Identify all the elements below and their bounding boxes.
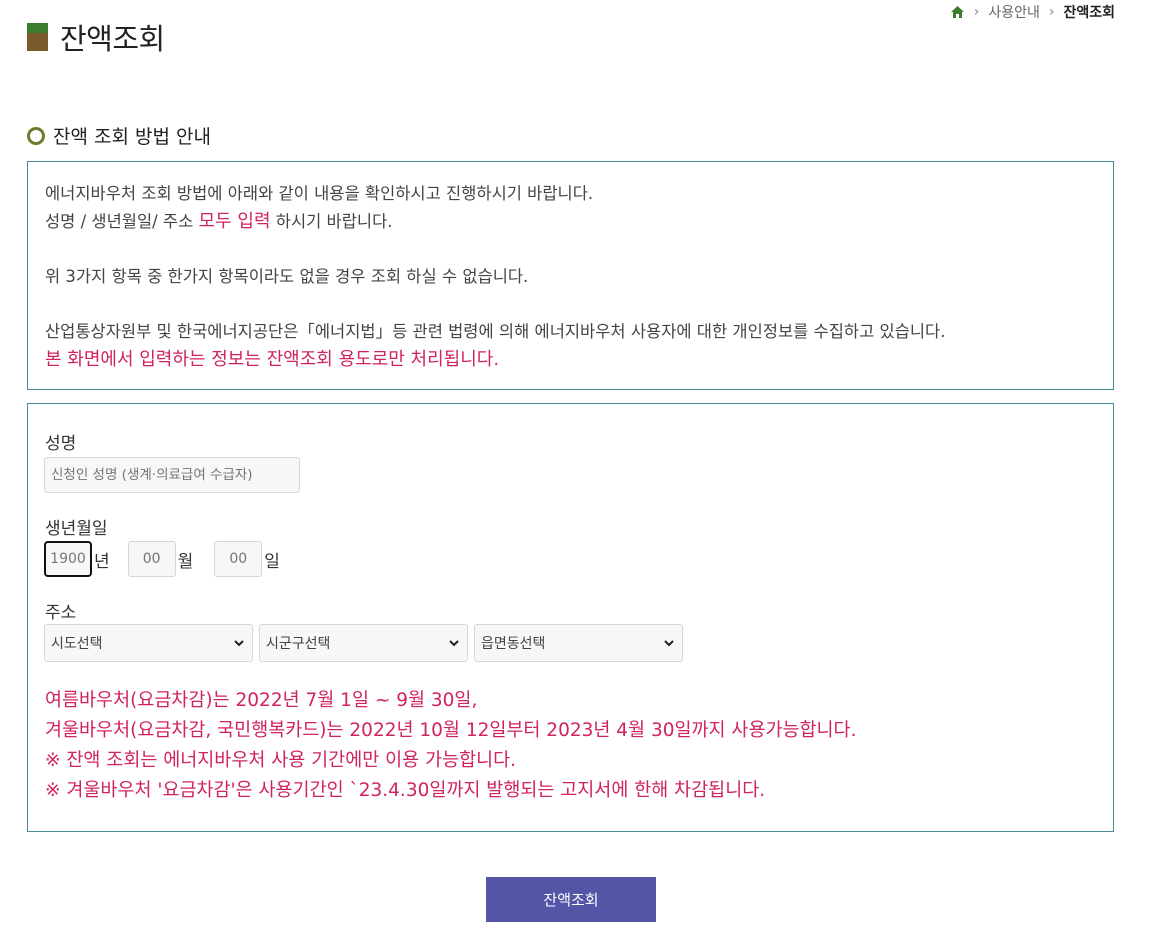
info-line-2-prefix: 성명 / 생년월일/ 주소	[45, 212, 199, 231]
birth-label: 생년월일	[45, 519, 108, 539]
chevron-right-icon: ›	[1048, 4, 1055, 20]
page-title: 잔액조회	[60, 22, 165, 56]
info-line-2: 성명 / 생년월일/ 주소 모두 입력 하시기 바랍니다.	[45, 208, 1096, 236]
info-line-3: 위 3가지 항목 중 한가지 항목이라도 없을 경우 조회 하실 수 없습니다.	[45, 267, 529, 286]
birth-day-input[interactable]	[214, 541, 263, 577]
info-box: 에너지바우처 조회 방법에 아래와 같이 내용을 확인하시고 진행하시기 바랍니…	[27, 161, 1114, 390]
birth-year-input[interactable]	[44, 541, 92, 577]
month-unit: 월	[177, 551, 194, 572]
ring-bullet-icon	[27, 126, 45, 145]
eup-select[interactable]: 읍면동선택	[474, 624, 683, 662]
address-label: 주소	[45, 603, 77, 623]
info-line-4: 산업통상자원부 및 한국에너지공단은「에너지법」등 관련 법령에 의해 에너지바…	[45, 322, 946, 341]
info-line-1: 에너지바우처 조회 방법에 아래와 같이 내용을 확인하시고 진행하시기 바랍니…	[45, 184, 594, 203]
name-input[interactable]	[44, 457, 300, 493]
year-unit: 년	[94, 551, 110, 572]
birth-month-input[interactable]	[127, 541, 176, 577]
sigungu-select[interactable]: 시군구선택	[259, 624, 468, 662]
breadcrumb-item-guide[interactable]: 사용안내	[988, 2, 1040, 22]
home-icon[interactable]	[950, 5, 965, 19]
info-line-2-suffix: 하시기 바랍니다.	[270, 212, 393, 231]
info-line-2-emphasis: 모두 입력	[198, 211, 271, 232]
chevron-down-icon	[234, 640, 244, 647]
breadcrumb-item-current: 잔액조회	[1063, 5, 1115, 21]
chevron-down-icon	[449, 640, 459, 647]
sido-select[interactable]: 시도선택	[44, 624, 253, 662]
section-title: 잔액 조회 방법 안내	[53, 126, 211, 148]
notice-line-3: ※ 잔액 조회는 에너지바우처 사용 기간에만 이용 가능합니다.	[45, 750, 517, 771]
info-line-5: 본 화면에서 입력하는 정보는 잔액조회 용도로만 처리됩니다.	[45, 349, 500, 370]
usage-notice: 여름바우처(요금차감)는 2022년 7월 1일 ~ 9월 30일, 겨울바우처…	[45, 686, 856, 806]
title-marker-icon	[27, 23, 48, 51]
eup-select-value: 읍면동선택	[481, 636, 546, 652]
section-heading: 잔액 조회 방법 안내	[27, 122, 211, 149]
balance-lookup-button[interactable]: 잔액조회	[486, 877, 656, 922]
chevron-down-icon	[664, 640, 674, 647]
birthdate-row: 년 월 일	[44, 541, 280, 577]
name-label: 성명	[45, 434, 77, 454]
day-unit: 일	[264, 551, 280, 572]
breadcrumb: › 사용안내 › 잔액조회	[950, 2, 1115, 22]
lookup-form: 성명 생년월일 년 월 일 주소 시도선택 시군구선택 읍면동선택 여름바우처(…	[27, 403, 1114, 832]
page-header: 잔액조회	[27, 16, 165, 58]
notice-line-1: 여름바우처(요금차감)는 2022년 7월 1일 ~ 9월 30일,	[45, 690, 478, 711]
chevron-right-icon: ›	[973, 4, 980, 20]
sido-select-value: 시도선택	[51, 636, 103, 652]
sigungu-select-value: 시군구선택	[266, 636, 331, 652]
notice-line-4: ※ 겨울바우처 '요금차감'은 사용기간인 `23.4.30일까지 발행되는 고…	[45, 780, 766, 801]
notice-line-2: 겨울바우처(요금차감, 국민행복카드)는 2022년 10월 12일부터 202…	[45, 720, 857, 741]
